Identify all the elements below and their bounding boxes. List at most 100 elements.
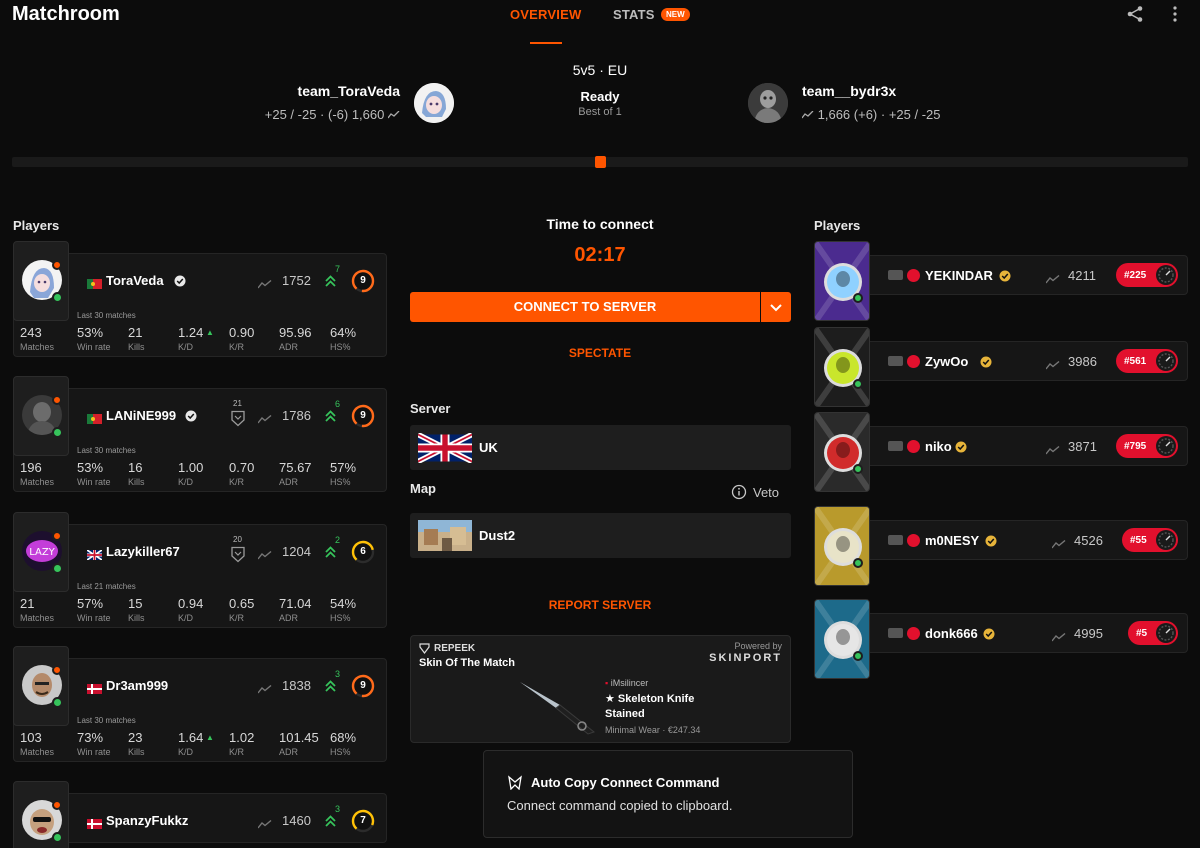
anticheat-badge	[853, 464, 863, 474]
more-vertical-icon[interactable]	[1166, 5, 1184, 23]
stat-value: 23	[128, 730, 143, 745]
country-flag-icon	[86, 547, 103, 565]
player-name[interactable]: m0NESY	[925, 533, 979, 548]
stat-label: Win rate	[77, 477, 111, 487]
stat-value: 0.70	[229, 460, 255, 475]
player-name[interactable]: ToraVeda	[106, 273, 164, 288]
stat-label: Matches	[20, 477, 55, 487]
player-rank-number: 20	[233, 535, 242, 544]
player-elo: 3986	[1068, 354, 1097, 369]
faceit-logo-icon	[508, 775, 522, 790]
faceit-rank-value: #225	[1124, 269, 1147, 281]
skin-item-meta: Minimal Wear · €247.34	[605, 725, 701, 735]
player-elo: 1786	[282, 408, 311, 423]
player-avatar[interactable]	[13, 376, 69, 456]
anticheat-badge	[52, 832, 63, 843]
tab-stats[interactable]: STATS	[613, 7, 655, 22]
status-dot	[52, 531, 62, 541]
team-status-icon	[907, 534, 920, 547]
player-avatar[interactable]	[814, 412, 870, 492]
connect-to-server-button[interactable]: CONNECT TO SERVER	[410, 292, 760, 322]
player-avatar[interactable]	[814, 599, 870, 679]
share-icon[interactable]	[1126, 5, 1144, 23]
skill-level-badge: 7	[350, 808, 376, 834]
player-name[interactable]: Dr3am999	[106, 678, 168, 693]
player-name[interactable]: donk666	[925, 626, 978, 641]
stat-value: 0.94	[178, 596, 204, 611]
stat-value: 53%	[77, 460, 104, 475]
player-name[interactable]: ZywOo	[925, 354, 968, 369]
rank-gauge-icon	[1155, 350, 1177, 375]
powered-by-label: Powered by	[734, 641, 782, 651]
country-flag-icon	[87, 276, 102, 294]
stat-label: Matches	[20, 342, 55, 352]
verified-icon	[983, 627, 995, 645]
player-avatar[interactable]	[814, 327, 870, 407]
player-avatar[interactable]	[814, 506, 870, 586]
team-status-icon	[907, 440, 920, 453]
country-flag-icon	[87, 816, 102, 834]
faceit-rank-value: #5	[1136, 627, 1148, 639]
team-left-name[interactable]: team_ToraVeda	[260, 83, 400, 99]
player-avatar[interactable]: LAZY	[13, 512, 69, 592]
active-tab-indicator	[530, 42, 562, 44]
faceit-rank-badge: #225	[1116, 263, 1178, 287]
elo-trend-icon	[801, 110, 814, 119]
player-name[interactable]: Lazykiller67	[106, 544, 180, 559]
player-name[interactable]: SpanzyFukkz	[106, 813, 188, 828]
report-server-link[interactable]: REPORT SERVER	[520, 598, 680, 612]
player-elo: 4995	[1074, 626, 1103, 641]
status-dot	[52, 665, 62, 675]
page-title: Matchroom	[12, 3, 120, 25]
player-avatar[interactable]	[13, 646, 69, 726]
faceit-rank-badge: #5	[1128, 621, 1178, 645]
faceit-rank-value: #795	[1124, 440, 1147, 452]
connect-options-button[interactable]	[761, 292, 791, 322]
tab-overview[interactable]: OVERVIEW	[510, 7, 581, 22]
team-right-stats: 1,666 (+6) · +25 / -25	[801, 107, 941, 122]
map-select[interactable]: Dust2	[410, 513, 791, 558]
player-avatar[interactable]	[814, 241, 870, 321]
stat-value: 21	[20, 596, 35, 611]
anticheat-badge	[52, 292, 63, 303]
team-left-stats: +25 / -25 · (-6) 1,660	[230, 107, 400, 122]
trend-up-icon	[324, 274, 337, 293]
skin-owner: ▪ iMsilincer	[605, 678, 649, 688]
stat-label: K/R	[229, 342, 245, 352]
server-select[interactable]: UK	[410, 425, 791, 470]
right-players-label: Players	[814, 218, 861, 233]
elo-trend-icon	[1045, 271, 1060, 289]
stat-label: HS%	[330, 613, 351, 623]
stat-value: 1.64	[178, 730, 204, 745]
team-status-icon	[907, 627, 920, 640]
stat-value: 75.67	[279, 460, 312, 475]
match-format: Best of 1	[578, 106, 622, 118]
stat-value: 243	[20, 325, 42, 340]
stat-label: ADR	[279, 477, 299, 487]
player-name[interactable]: niko	[925, 439, 952, 454]
status-dot	[52, 260, 62, 270]
spectate-link[interactable]: SPECTATE	[520, 346, 680, 360]
stat-value: 54%	[330, 596, 357, 611]
veto-info[interactable]: Veto	[731, 484, 779, 500]
skin-item-name: ★ Skeleton Knife	[605, 693, 695, 705]
trend-count: 3	[335, 669, 341, 679]
player-name[interactable]: YEKINDAR	[925, 268, 993, 283]
match-status: Ready	[580, 89, 620, 104]
elo-trend-icon	[387, 110, 400, 119]
kd-up-arrow: ▲	[206, 328, 214, 337]
trend-count: 3	[335, 804, 341, 814]
team-left-elo: (-6) 1,660	[328, 107, 385, 122]
trend-up-icon	[324, 409, 337, 428]
player-name[interactable]: LANiNE999	[106, 408, 176, 423]
skin-of-the-match-card[interactable]: REPEEK Skin Of The Match Powered by SKIN…	[410, 635, 791, 743]
player-avatar[interactable]	[13, 781, 69, 848]
stat-label: Kills	[128, 342, 145, 352]
team-right-name[interactable]: team__bydr3x	[802, 83, 896, 99]
chevron-down-icon	[770, 304, 782, 312]
stat-value: 73%	[77, 730, 104, 745]
player-avatar[interactable]	[13, 241, 69, 321]
team-left-logo	[414, 83, 454, 123]
stats-caption: Last 30 matches	[77, 446, 136, 455]
country-flag-icon	[87, 411, 102, 429]
